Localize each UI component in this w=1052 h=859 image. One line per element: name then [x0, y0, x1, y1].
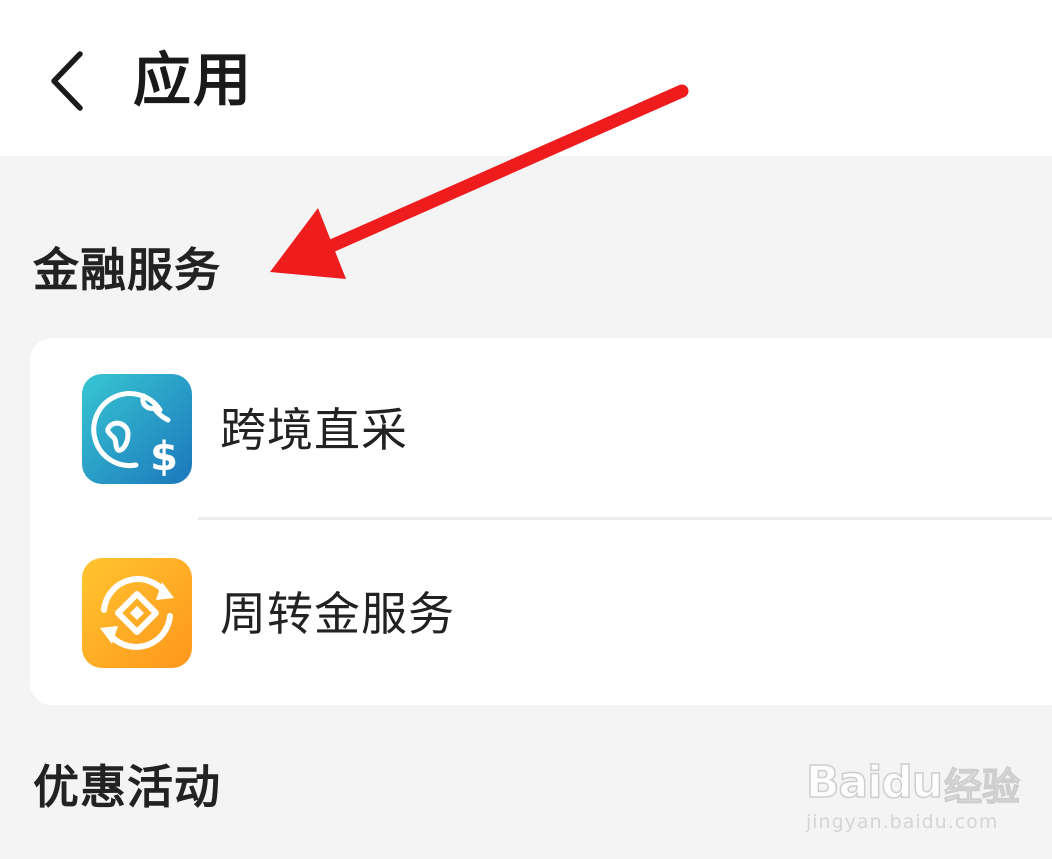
- watermark-brand: Baidu: [805, 757, 944, 809]
- chevron-left-icon: [51, 51, 83, 111]
- finance-services-card: $ 跨境直采 周转金服务: [30, 338, 1052, 705]
- list-item-cross-border-sourcing[interactable]: $ 跨境直采: [30, 338, 1052, 518]
- watermark-cn: 经验: [943, 764, 1021, 809]
- top-nav-bar: 应用: [0, 0, 1052, 156]
- exchange-coin-icon: [82, 558, 192, 668]
- item-label-working-capital: 周转金服务: [220, 587, 455, 641]
- watermark-url: jingyan.baidu.com: [806, 811, 999, 833]
- section-title-promotions: 优惠活动: [33, 760, 221, 814]
- baidu-watermark: Baidu 经验 jingyan.baidu.com: [805, 744, 1046, 844]
- item-label-cross-border: 跨境直采: [220, 403, 408, 457]
- page-title: 应用: [133, 46, 254, 114]
- section-title-finance: 金融服务: [33, 243, 221, 297]
- svg-text:$: $: [150, 434, 178, 480]
- list-item-working-capital[interactable]: 周转金服务: [30, 520, 1052, 700]
- app-page: 应用 金融服务 $ 跨境直采 周转金服务 优惠活动 Baidu 经验 jingy…: [0, 0, 1052, 859]
- globe-dollar-icon: $: [82, 374, 192, 484]
- back-button[interactable]: [40, 46, 100, 116]
